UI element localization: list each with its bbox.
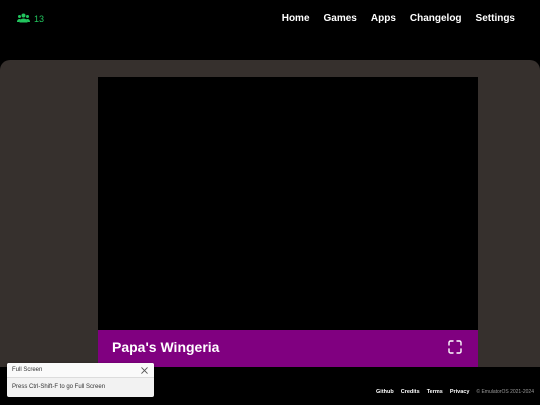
nav-settings[interactable]: Settings — [476, 12, 515, 26]
top-bar: 13 Home Games Apps Changelog Settings — [0, 0, 540, 38]
toast-close-button[interactable] — [140, 366, 149, 375]
online-users: 13 — [17, 12, 44, 26]
nav-home[interactable]: Home — [282, 12, 310, 26]
online-count: 13 — [34, 14, 45, 24]
fullscreen-icon — [448, 340, 462, 354]
footer-copyright: © EmulatorOS 2021-2024 — [476, 389, 534, 395]
footer-links: Github Credits Terms Privacy © EmulatorO… — [376, 388, 534, 396]
footer-privacy-link[interactable]: Privacy — [450, 388, 470, 396]
footer-github-link[interactable]: Github — [376, 388, 394, 396]
game-bar: Papa's Wingeria — [98, 330, 478, 367]
toast-title: Full Screen — [12, 367, 43, 373]
main-nav: Home Games Apps Changelog Settings — [282, 12, 515, 26]
nav-games[interactable]: Games — [324, 12, 357, 26]
game-title: Papa's Wingeria — [112, 339, 220, 355]
toast-header: Full Screen — [7, 363, 154, 378]
users-icon — [17, 13, 30, 25]
footer-credits-link[interactable]: Credits — [401, 388, 420, 396]
fullscreen-button[interactable] — [448, 340, 462, 354]
toast-message: Press Ctrl-Shift-F to go Full Screen — [12, 384, 106, 390]
nav-changelog[interactable]: Changelog — [410, 12, 462, 26]
fullscreen-toast: Full Screen Press Ctrl-Shift-F to go Ful… — [7, 363, 154, 397]
close-icon — [141, 366, 148, 374]
nav-apps[interactable]: Apps — [371, 12, 396, 26]
game-frame[interactable] — [98, 77, 478, 330]
footer-terms-link[interactable]: Terms — [427, 388, 443, 396]
